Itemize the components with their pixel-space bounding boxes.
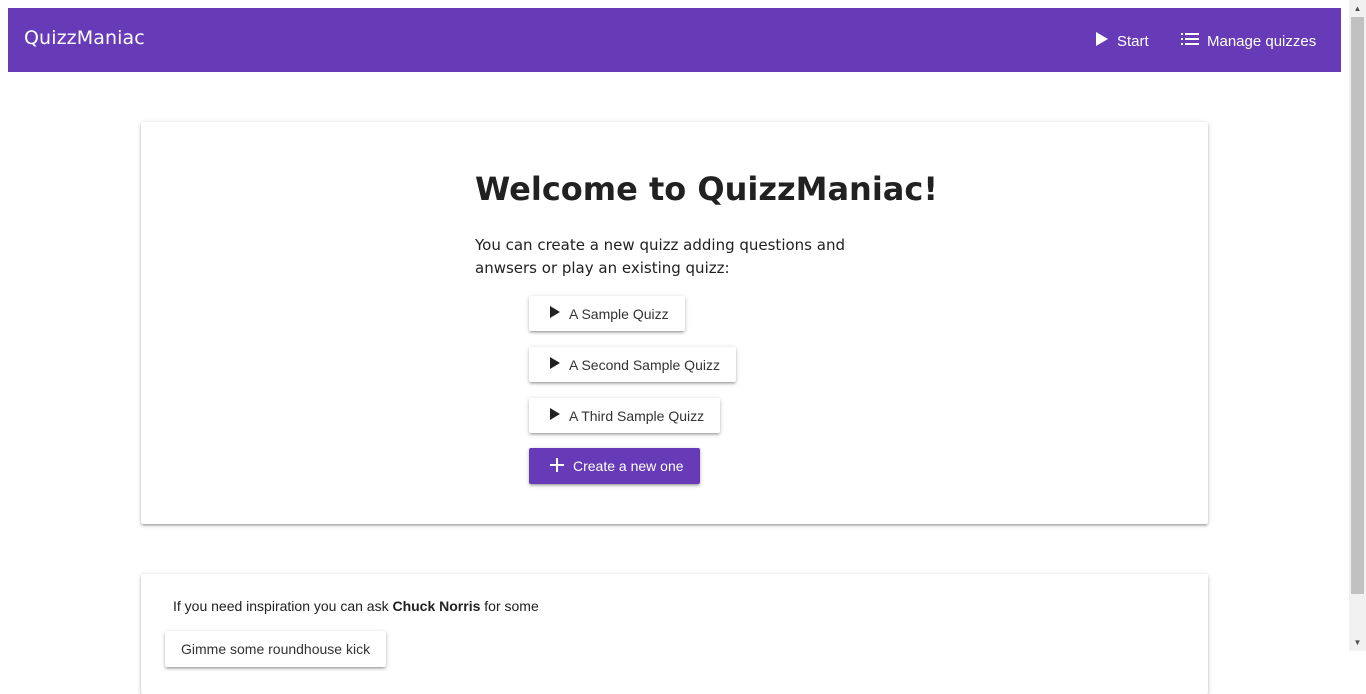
welcome-title: Welcome to QuizzManiac! xyxy=(475,170,938,208)
vertical-scrollbar[interactable]: ▲ ▼ xyxy=(1349,0,1366,651)
app-brand[interactable]: QuizzManiac xyxy=(24,27,145,49)
welcome-card: Welcome to QuizzManiac! You can create a… xyxy=(141,122,1208,524)
quiz-button-third-sample[interactable]: A Third Sample Quizz xyxy=(529,398,721,433)
welcome-intro: You can create a new quizz adding questi… xyxy=(475,236,845,277)
top-toolbar: QuizzManiac Start Manage quizzes xyxy=(8,8,1341,72)
inspiration-text: If you need inspiration you can ask Chuc… xyxy=(173,598,539,614)
scroll-up-arrow-icon[interactable]: ▲ xyxy=(1349,0,1366,17)
scrollbar-thumb[interactable] xyxy=(1351,17,1364,594)
plus-icon xyxy=(549,457,573,476)
roundhouse-kick-button[interactable]: Gimme some roundhouse kick xyxy=(165,631,387,667)
manage-quizzes-label: Manage quizzes xyxy=(1207,32,1317,50)
scroll-down-arrow-icon[interactable]: ▼ xyxy=(1349,634,1366,651)
quiz-button-label: A Sample Quizz xyxy=(569,305,669,322)
chuck-norris-name: Chuck Norris xyxy=(392,598,481,614)
play-icon xyxy=(549,356,569,373)
start-button[interactable]: Start xyxy=(1095,28,1149,54)
quiz-button-label: A Second Sample Quizz xyxy=(569,356,720,373)
manage-quizzes-button[interactable]: Manage quizzes xyxy=(1181,28,1316,54)
quiz-button-sample[interactable]: A Sample Quizz xyxy=(529,296,685,331)
quiz-button-label: A Third Sample Quizz xyxy=(569,407,705,424)
play-icon xyxy=(1095,31,1117,51)
inspiration-card: If you need inspiration you can ask Chuc… xyxy=(141,574,1208,694)
inspiration-text-after: for some xyxy=(480,598,539,614)
start-label: Start xyxy=(1117,32,1149,50)
inspiration-text-before: If you need inspiration you can ask xyxy=(173,598,393,614)
quiz-button-second-sample[interactable]: A Second Sample Quizz xyxy=(529,347,736,382)
create-quiz-button[interactable]: Create a new one xyxy=(529,448,700,484)
create-quiz-label: Create a new one xyxy=(573,458,684,474)
page: QuizzManiac Start Manage quizzes Welcome… xyxy=(8,8,1341,694)
play-icon xyxy=(549,407,569,424)
list-icon xyxy=(1181,32,1207,50)
play-icon xyxy=(549,305,569,322)
